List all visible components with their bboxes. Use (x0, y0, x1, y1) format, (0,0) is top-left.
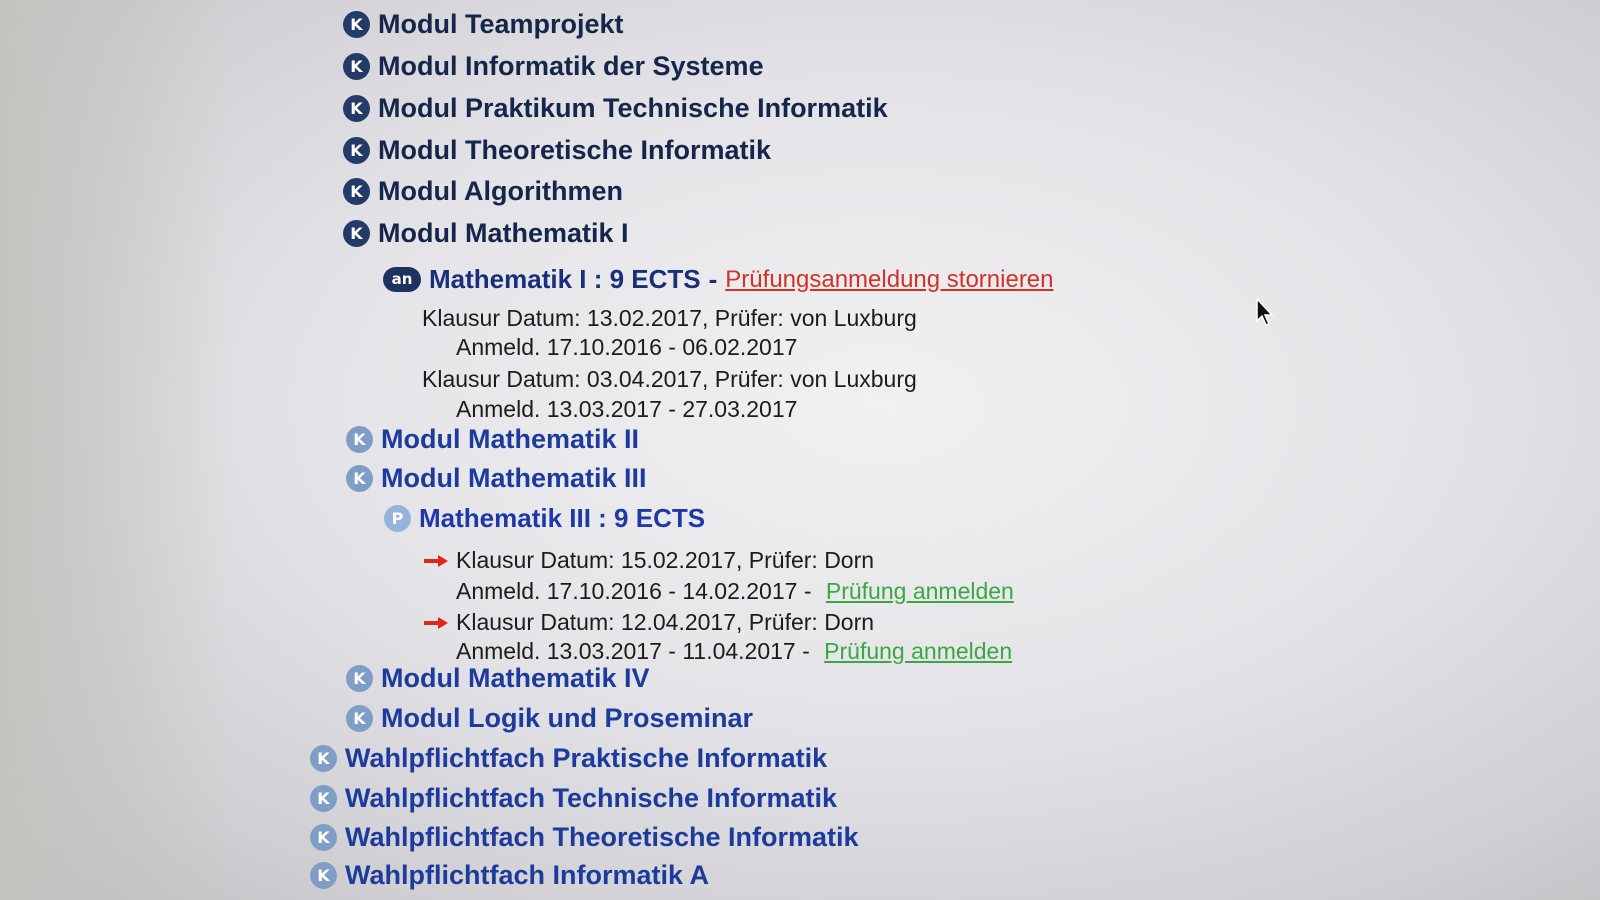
k-badge-icon: K (346, 705, 373, 732)
module-tree: K Modul Teamprojekt K Modul Informatik d… (0, 0, 1600, 900)
elective-informatik-a[interactable]: K Wahlpflichtfach Informatik A (310, 860, 709, 891)
exam-row-2: Klausur Datum: 12.04.2017, Prüfer: Dorn (424, 609, 874, 636)
elective-technische-informatik[interactable]: K Wahlpflichtfach Technische Informatik (310, 783, 837, 814)
k-badge-icon: K (310, 785, 337, 812)
k-badge-icon: K (346, 665, 373, 692)
course-label: Mathematik I : 9 ECTS (429, 264, 701, 294)
elective-praktische-informatik[interactable]: K Wahlpflichtfach Praktische Informatik (310, 743, 827, 774)
exam-row-1: Klausur Datum: 15.02.2017, Prüfer: Dorn (424, 547, 874, 574)
module-label[interactable]: Modul Informatik der Systeme (378, 51, 764, 82)
course-label: Mathematik III : 9 ECTS (419, 503, 706, 533)
elective-label[interactable]: Wahlpflichtfach Informatik A (345, 860, 709, 891)
exam-date: Klausur Datum: 15.02.2017, Prüfer: Dorn (456, 547, 875, 573)
module-mathematik-3[interactable]: K Modul Mathematik III (346, 463, 647, 494)
module-label[interactable]: Modul Mathematik III (381, 463, 647, 494)
cancel-registration-link[interactable]: Prüfungsanmeldung stornieren (725, 266, 1053, 294)
k-badge-icon: K (343, 178, 370, 205)
module-logik-und-proseminar[interactable]: K Modul Logik und Proseminar (346, 703, 753, 734)
elective-label[interactable]: Wahlpflichtfach Praktische Informatik (345, 743, 827, 774)
module-label[interactable]: Modul Mathematik II (381, 424, 639, 455)
module-label[interactable]: Modul Praktikum Technische Informatik (378, 93, 888, 124)
register-exam-link[interactable]: Prüfung anmelden (824, 638, 1012, 664)
k-badge-icon: K (343, 11, 370, 38)
k-badge-icon: K (346, 465, 373, 492)
module-label[interactable]: Modul Teamprojekt (378, 9, 624, 40)
exam-registration-row-1: Anmeld. 17.10.2016 - 14.02.2017 - Prüfun… (456, 578, 1014, 605)
course-mathematik-1: an Mathematik I : 9 ECTS - Prüfungsanmel… (383, 264, 1054, 295)
module-label[interactable]: Modul Theoretische Informatik (378, 135, 771, 166)
k-badge-icon: K (310, 824, 337, 851)
exam-registration-row-2: Anmeld. 13.03.2017 - 11.04.2017 - Prüfun… (456, 638, 1012, 665)
module-algorithmen[interactable]: K Modul Algorithmen (343, 176, 623, 207)
k-badge-icon: K (343, 95, 370, 122)
exam-registration-period: Anmeld. 17.10.2016 - 14.02.2017 - (456, 578, 812, 604)
screen: K Modul Teamprojekt K Modul Informatik d… (0, 0, 1600, 900)
exam-date: Klausur Datum: 12.04.2017, Prüfer: Dorn (456, 609, 875, 635)
module-praktikum-technische-informatik[interactable]: K Modul Praktikum Technische Informatik (343, 93, 888, 124)
exam-registration-period-1: Anmeld. 17.10.2016 - 06.02.2017 (456, 334, 798, 360)
k-badge-icon: K (343, 220, 370, 247)
elective-label[interactable]: Wahlpflichtfach Technische Informatik (345, 783, 837, 814)
exam-date-2: Klausur Datum: 03.04.2017, Prüfer: von L… (422, 366, 917, 392)
elective-theoretische-informatik[interactable]: K Wahlpflichtfach Theoretische Informati… (310, 822, 859, 853)
k-badge-icon: K (310, 745, 337, 772)
k-badge-icon: K (343, 53, 370, 80)
module-teamprojekt[interactable]: K Modul Teamprojekt (343, 9, 624, 40)
k-badge-icon: K (343, 137, 370, 164)
register-exam-link[interactable]: Prüfung anmelden (826, 578, 1014, 604)
arrow-right-icon (424, 616, 448, 629)
module-informatik-der-systeme[interactable]: K Modul Informatik der Systeme (343, 51, 764, 82)
arrow-right-icon (424, 554, 448, 567)
module-label[interactable]: Modul Logik und Proseminar (381, 703, 753, 734)
module-theoretische-informatik[interactable]: K Modul Theoretische Informatik (343, 135, 771, 166)
module-mathematik-2[interactable]: K Modul Mathematik II (346, 424, 639, 455)
module-mathematik-4[interactable]: K Modul Mathematik IV (346, 663, 650, 694)
elective-label[interactable]: Wahlpflichtfach Theoretische Informatik (345, 822, 859, 853)
module-label[interactable]: Modul Mathematik I (378, 218, 629, 249)
exam-date-1: Klausur Datum: 13.02.2017, Prüfer: von L… (422, 305, 917, 331)
k-badge-icon: K (346, 426, 373, 453)
mouse-cursor-icon (1256, 298, 1274, 326)
k-badge-icon: K (310, 862, 337, 889)
exam-registration-period-2: Anmeld. 13.03.2017 - 27.03.2017 (456, 396, 798, 422)
module-label[interactable]: Modul Mathematik IV (381, 663, 650, 694)
course-mathematik-3: P Mathematik III : 9 ECTS (384, 503, 705, 534)
p-badge-icon: P (384, 505, 411, 532)
separator: - (708, 264, 718, 294)
an-badge-icon: an (383, 267, 421, 292)
module-mathematik-1[interactable]: K Modul Mathematik I (343, 218, 629, 249)
module-label[interactable]: Modul Algorithmen (378, 176, 623, 207)
exam-registration-period: Anmeld. 13.03.2017 - 11.04.2017 - (456, 638, 810, 664)
